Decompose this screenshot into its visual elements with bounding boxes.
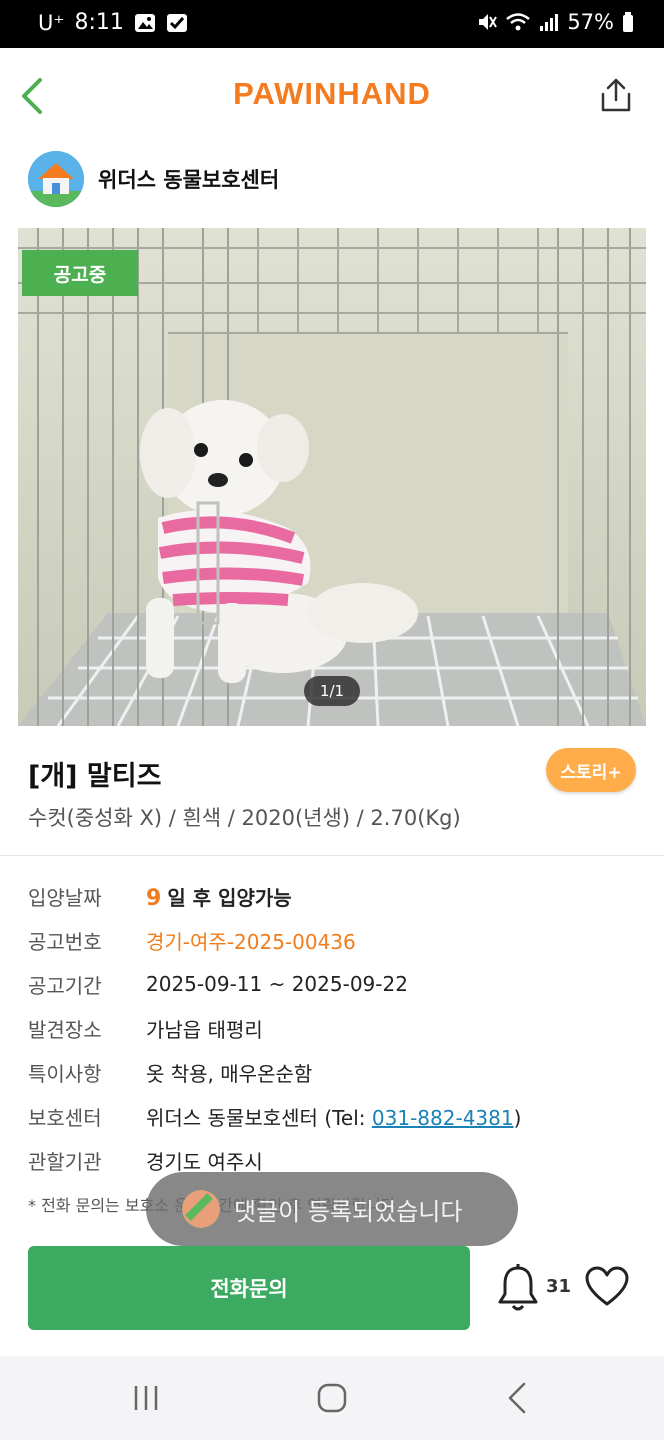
notification-count: 31 [546,1276,572,1297]
shelter-avatar [28,151,84,207]
signal-icon [540,14,559,31]
mute-icon [479,14,498,30]
checkbox-icon [166,13,187,32]
agency: 경기도 여주시 [146,1149,263,1174]
info-row-features: 특이사항 옷 착용, 매우온순함 [28,1050,648,1094]
share-button[interactable] [592,72,640,120]
battery-icon [623,12,633,32]
system-nav-bar [0,1356,664,1440]
app-header: PAWINHAND [0,48,664,144]
app-logo: PAWINHAND [233,76,431,111]
bell-icon [498,1264,538,1311]
notice-period: 2025-09-11 ~ 2025-09-22 [146,972,408,996]
system-back-button[interactable] [498,1378,538,1418]
notification-button[interactable] [496,1262,540,1314]
battery-percent: 57% [567,10,614,34]
toast-message: 댓글이 등록되었습니다 [146,1172,518,1246]
recent-apps-button[interactable] [126,1378,166,1418]
info-row-found-place: 발견장소 가남읍 태평리 [28,1006,648,1050]
notice-number: 경기-여주-2025-00436 [146,929,356,954]
center-name: 위더스 동물보호센터 (Tel: [146,1105,372,1130]
shelter-name: 위더스 동물보호센터 [98,168,280,192]
info-row-notice-period: 공고기간 2025-09-11 ~ 2025-09-22 [28,962,648,1006]
back-icon [508,1382,526,1414]
dog-in-cage-image [18,228,646,726]
story-button[interactable]: 스토리+ [546,748,636,792]
recent-apps-icon [134,1386,158,1410]
info-label: 입양날짜 [28,885,102,910]
status-bar: U⁺ 8:11 57% [0,0,664,48]
phone-link[interactable]: 031-882-4381 [372,1106,514,1130]
info-label: 공고번호 [28,929,102,954]
house-icon [28,151,84,207]
favorite-button[interactable] [584,1264,630,1310]
adoption-text: 일 후 입양가능 [167,885,292,910]
carrier-label: U⁺ [38,10,65,35]
pet-info-list: 입양날짜 9일 후 입양가능 공고번호 경기-여주-2025-00436 공고기… [28,874,648,1182]
home-button[interactable] [312,1378,352,1418]
adoption-days: 9 [146,885,162,911]
pet-photo[interactable]: 공고중 1/1 [18,228,646,726]
gallery-icon [134,13,155,32]
call-button[interactable]: 전화문의 [28,1246,470,1330]
info-label: 보호센터 [28,1105,102,1130]
info-row-adoption-date: 입양날짜 9일 후 입양가능 [28,874,648,918]
features: 옷 착용, 매우온순함 [146,1061,313,1086]
info-label: 특이사항 [28,1061,102,1086]
found-place: 가남읍 태평리 [146,1017,263,1042]
clock: 8:11 [74,10,124,35]
info-label: 발견장소 [28,1017,102,1042]
app-icon [182,1190,220,1228]
home-icon [317,1383,347,1413]
share-icon [601,78,631,112]
info-label: 관할기관 [28,1149,102,1174]
info-row-center: 보호센터 위더스 동물보호센터 (Tel: 031-882-4381) [28,1094,648,1138]
pet-title-block: [개] 말티즈 스토리+ 수컷(중성화 X) / 흰색 / 2020(년생) /… [0,728,664,856]
photo-counter: 1/1 [304,676,360,706]
status-badge: 공고중 [22,250,138,296]
toast-text: 댓글이 등록되었습니다 [234,1197,463,1226]
info-label: 공고기간 [28,973,102,998]
shelter-row[interactable]: 위더스 동물보호센터 [28,150,279,208]
info-row-notice-number: 공고번호 경기-여주-2025-00436 [28,918,648,962]
pet-title: [개] 말티즈 [28,761,162,792]
wifi-icon [506,13,531,31]
heart-icon [585,1266,629,1306]
center-close: ) [513,1105,522,1130]
pet-summary: 수컷(중성화 X) / 흰색 / 2020(년생) / 2.70(Kg) [28,806,461,830]
